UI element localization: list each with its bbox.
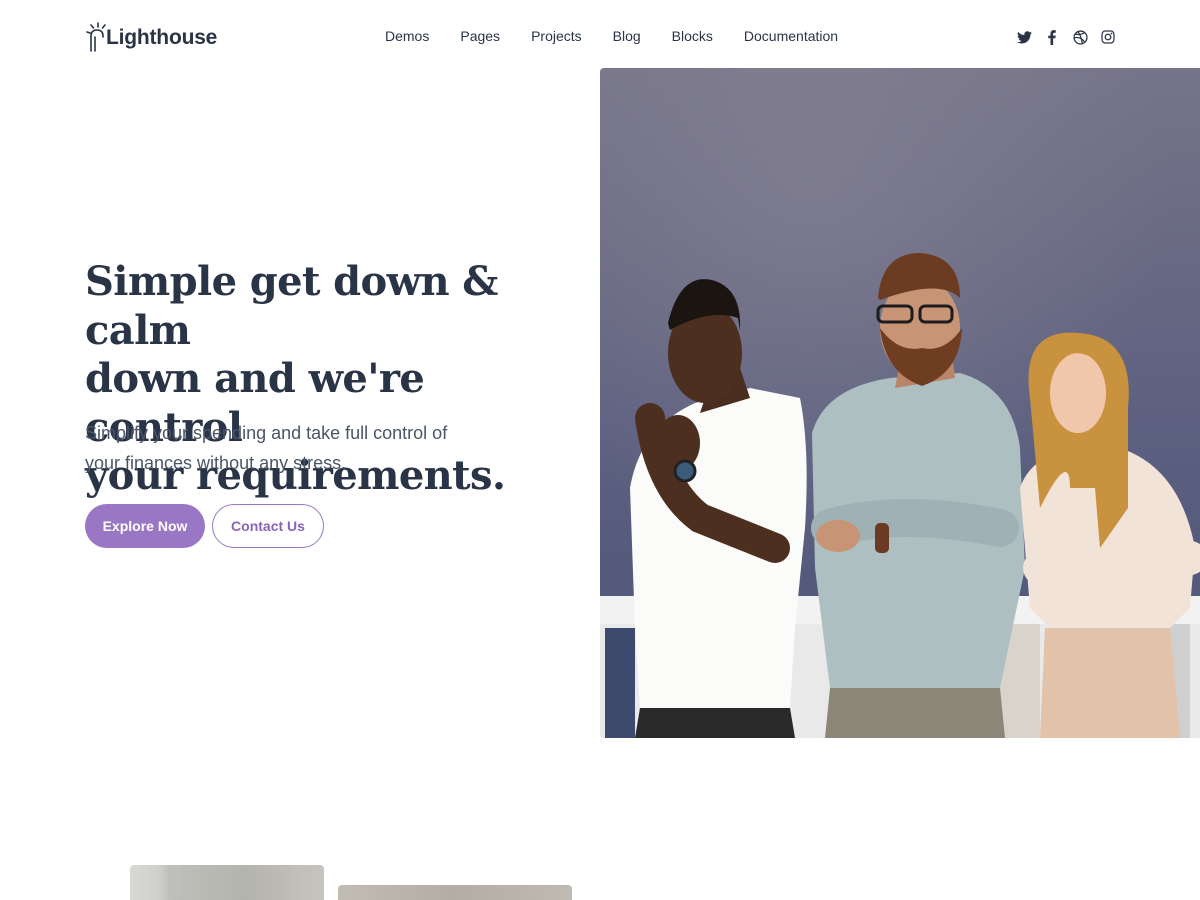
nav-item-pages[interactable]: Pages (460, 28, 500, 44)
hero-subtitle-line: your finances without any stress. (85, 453, 347, 473)
contact-us-button[interactable]: Contact Us (212, 504, 324, 548)
hero-subtitle-line: Simplify your spending and take full con… (85, 423, 448, 443)
instagram-icon[interactable] (1100, 29, 1116, 45)
hero-title-line: Simple get down & calm (85, 258, 498, 354)
nav-item-blocks[interactable]: Blocks (672, 28, 713, 44)
social-links (1016, 29, 1116, 45)
hero-team-photo (600, 68, 1200, 738)
hero-subtitle: Simplify your spending and take full con… (85, 418, 525, 478)
nav-item-projects[interactable]: Projects (531, 28, 582, 44)
dribbble-icon[interactable] (1072, 29, 1088, 45)
main-nav: Demos Pages Projects Blog Blocks Documen… (385, 28, 838, 44)
feature-image (130, 865, 324, 900)
nav-item-documentation[interactable]: Documentation (744, 28, 838, 44)
lighthouse-logo-icon (86, 22, 106, 52)
nav-item-demos[interactable]: Demos (385, 28, 429, 44)
facebook-icon[interactable] (1044, 29, 1060, 45)
twitter-icon[interactable] (1016, 29, 1032, 45)
nav-item-blog[interactable]: Blog (613, 28, 641, 44)
logo[interactable]: Lighthouse (86, 20, 217, 56)
logo-text: Lighthouse (106, 26, 218, 49)
explore-now-button[interactable]: Explore Now (85, 504, 205, 548)
feature-image (338, 885, 572, 900)
